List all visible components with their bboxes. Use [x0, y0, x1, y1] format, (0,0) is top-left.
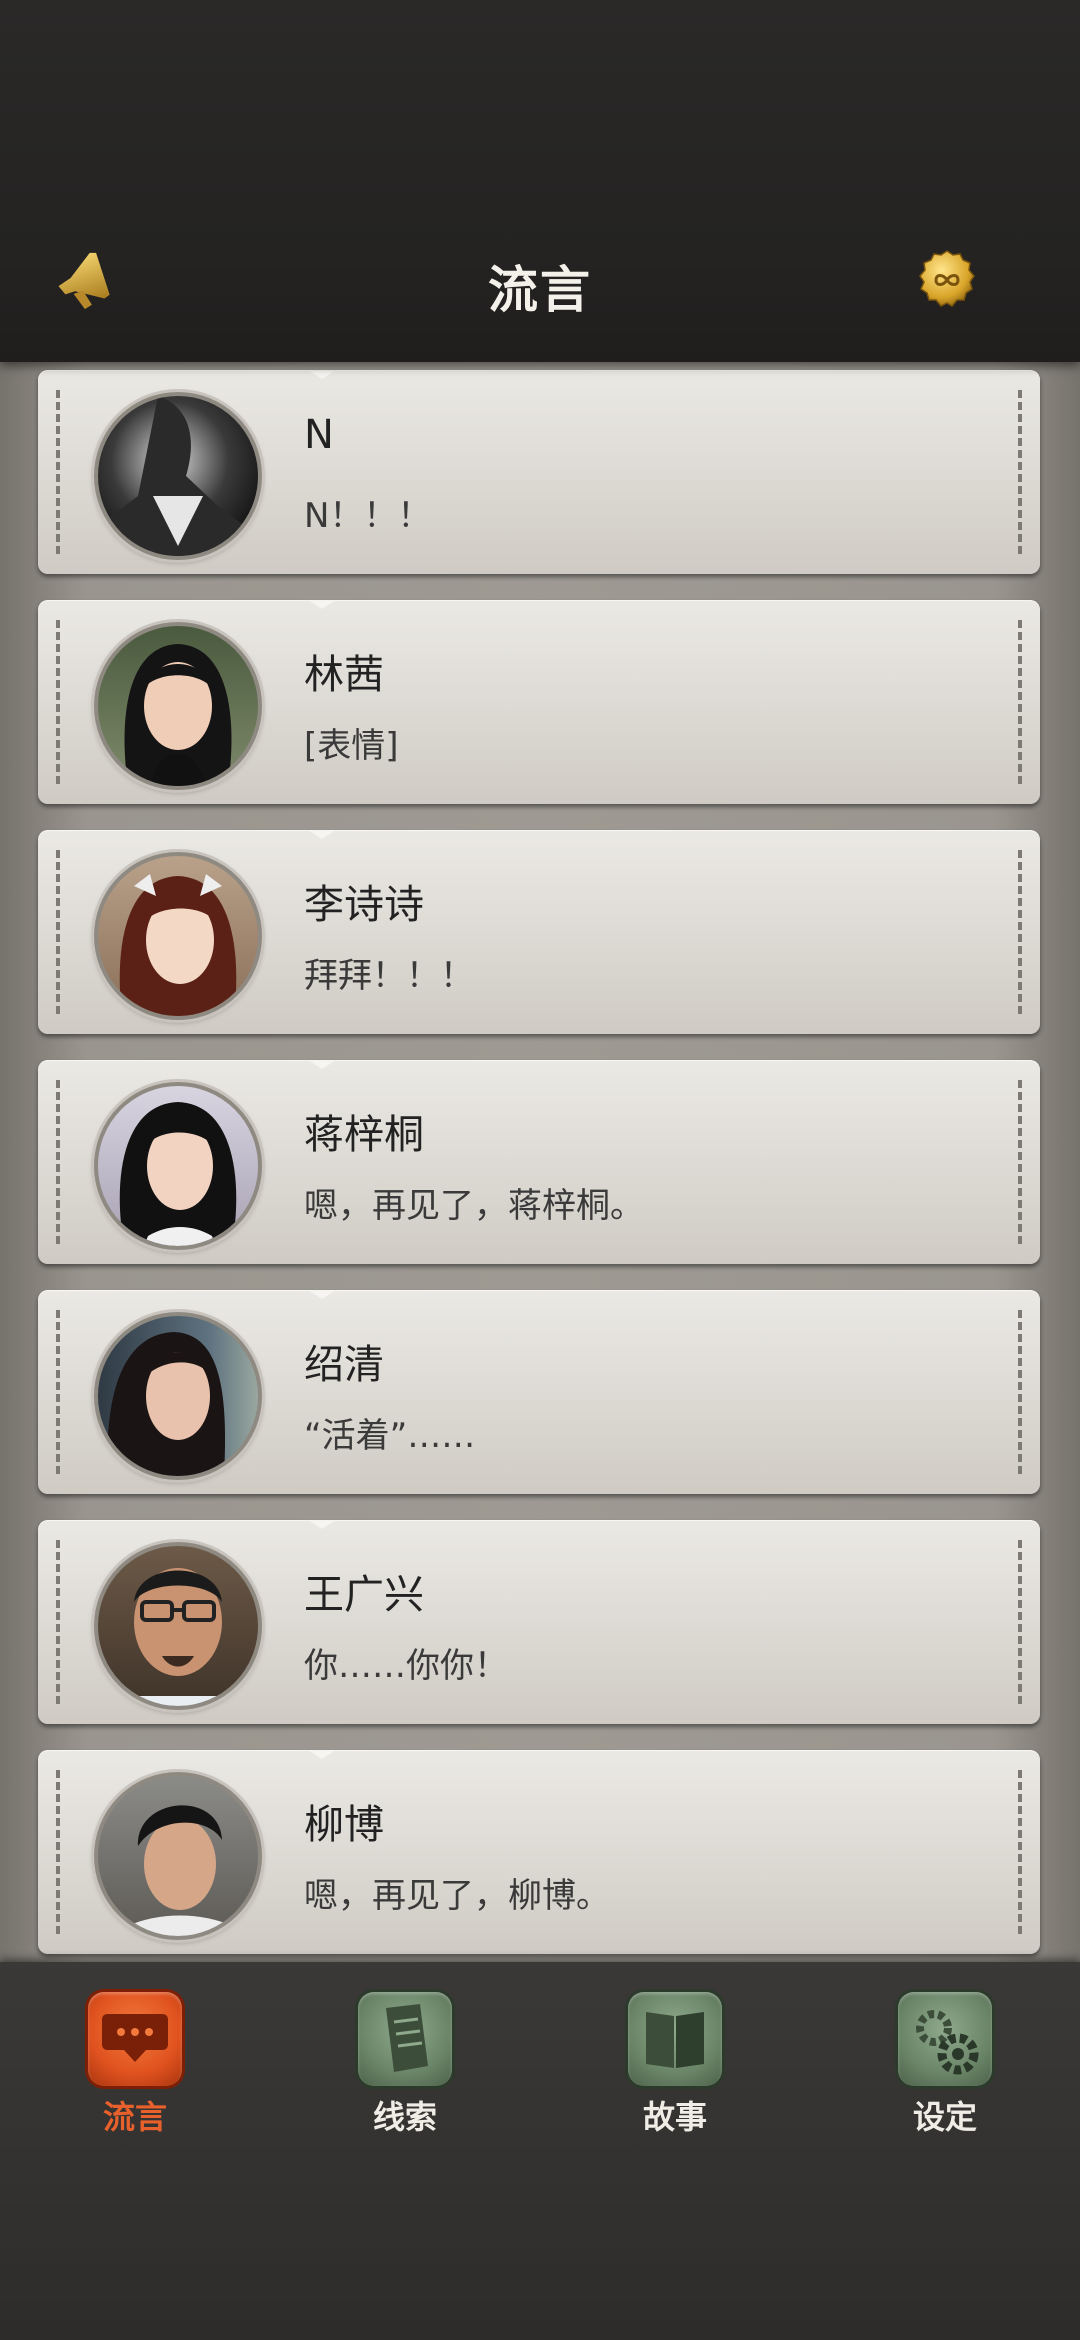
tab-story[interactable]: 故事 [600, 1992, 750, 2136]
tab-rumors[interactable]: 流言 [60, 1992, 210, 2136]
chat-last-message: N！！！ [304, 496, 432, 536]
chat-item-liu-bo[interactable]: 柳博 嗯，再见了，柳博。 [38, 1750, 1040, 1954]
coin-button[interactable] [912, 245, 982, 315]
chat-last-message: 嗯，再见了，柳博。 [304, 1876, 610, 1916]
chat-item-wang-guangxing[interactable]: 王广兴 你……你你！ [38, 1520, 1040, 1724]
avatar [94, 622, 262, 790]
chat-item-jiang-zitong[interactable]: 蒋梓桐 嗯，再见了，蒋梓桐。 [38, 1060, 1040, 1264]
tab-settings[interactable]: 设定 [870, 1992, 1020, 2136]
tab-label: 故事 [642, 2098, 707, 2136]
tab-label: 流言 [102, 2098, 167, 2136]
book-icon [628, 1992, 722, 2086]
chat-name: 李诗诗 [304, 882, 424, 928]
chat-last-message: 拜拜！！！ [304, 956, 474, 996]
tab-clues[interactable]: 线索 [330, 1992, 480, 2136]
avatar [94, 392, 262, 560]
avatar [94, 1082, 262, 1250]
chat-name: 林茜 [304, 652, 384, 698]
infinity-coin-icon [919, 250, 975, 307]
chat-name: 王广兴 [304, 1572, 424, 1618]
chat-item-shao-qing[interactable]: 绍清 “活着”…… [38, 1290, 1040, 1494]
avatar [94, 852, 262, 1020]
chat-last-message: 嗯，再见了，蒋梓桐。 [304, 1186, 644, 1226]
chat-item-n[interactable]: N N！！！ [38, 370, 1040, 574]
chat-name: N [304, 412, 334, 458]
top-bar: 流言 [0, 0, 1080, 362]
chat-bubble-icon [88, 1992, 182, 2086]
chat-name: 绍清 [304, 1342, 384, 1388]
bottom-nav: 流言 线索 故事 设定 [0, 1962, 1080, 2340]
chat-last-message: [表情] [304, 726, 399, 766]
avatar [94, 1542, 262, 1710]
tab-label: 线索 [372, 2098, 437, 2136]
chat-item-lin-qian[interactable]: 林茜 [表情] [38, 600, 1040, 804]
avatar [94, 1772, 262, 1940]
document-icon [358, 1992, 452, 2086]
chat-name: 蒋梓桐 [304, 1112, 424, 1158]
chat-name: 柳博 [304, 1802, 384, 1848]
tab-label: 设定 [912, 2098, 977, 2136]
gear-icon [898, 1992, 992, 2086]
avatar [94, 1312, 262, 1480]
chat-last-message: “活着”…… [304, 1416, 476, 1456]
chat-last-message: 你……你你！ [304, 1646, 508, 1686]
chat-item-li-shishi[interactable]: 李诗诗 拜拜！！！ [38, 830, 1040, 1034]
